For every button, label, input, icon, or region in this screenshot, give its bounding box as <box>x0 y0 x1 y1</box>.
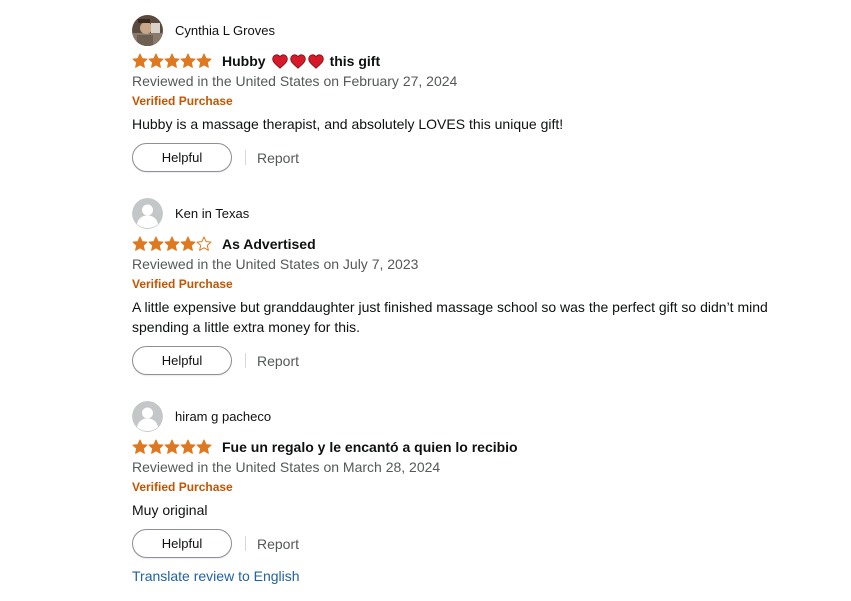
heart-icon <box>289 53 306 69</box>
default-avatar-icon[interactable] <box>132 400 163 432</box>
review-actions: Helpful Report <box>132 143 832 172</box>
translate-review-link[interactable]: Translate review to English <box>132 568 300 584</box>
reviewer-profile[interactable]: Ken in Texas <box>132 197 832 229</box>
review-title[interactable]: Fue un regalo y le encantó a quien lo re… <box>222 439 518 455</box>
profile-name[interactable]: Ken in Texas <box>175 206 249 221</box>
profile-name[interactable]: hiram g pacheco <box>175 409 271 424</box>
star-filled-icon <box>132 236 148 251</box>
star-rating[interactable] <box>132 236 212 252</box>
helpful-button[interactable]: Helpful <box>132 143 232 172</box>
star-filled-icon <box>148 236 164 251</box>
review-body: A little expensive but granddaughter jus… <box>132 299 768 335</box>
verified-purchase-badge[interactable]: Verified Purchase <box>132 277 832 291</box>
title-hearts <box>271 53 324 69</box>
star-filled-icon <box>148 439 164 454</box>
star-filled-icon <box>132 53 148 68</box>
helpful-button[interactable]: Helpful <box>132 346 232 375</box>
heart-icon <box>271 53 288 69</box>
helpful-button[interactable]: Helpful <box>132 529 232 558</box>
star-empty-icon <box>196 236 212 251</box>
profile-name[interactable]: Cynthia L Groves <box>175 23 275 38</box>
review-date: Reviewed in the United States on March 2… <box>132 459 441 475</box>
review-date: Reviewed in the United States on July 7,… <box>132 256 419 272</box>
profile-avatar[interactable] <box>132 14 163 46</box>
star-filled-icon <box>196 53 212 68</box>
star-filled-icon <box>164 53 180 68</box>
default-avatar-icon[interactable] <box>132 197 163 229</box>
review-body: Hubby is a massage therapist, and absolu… <box>132 116 564 132</box>
review-date: Reviewed in the United States on Februar… <box>132 73 458 89</box>
star-filled-icon <box>132 439 148 454</box>
review-title[interactable]: As Advertised <box>222 236 316 252</box>
star-rating[interactable] <box>132 439 212 455</box>
report-link[interactable]: Report <box>257 150 299 166</box>
divider <box>245 536 246 551</box>
star-filled-icon <box>180 439 196 454</box>
review-title-text[interactable]: this gift <box>330 53 381 69</box>
star-filled-icon <box>196 439 212 454</box>
review-2: Ken in Texas As Advertised Reviewed in t… <box>132 197 832 375</box>
review-actions: Helpful Report <box>132 529 832 558</box>
review-title-text[interactable]: Hubby <box>222 53 266 69</box>
reviewer-profile[interactable]: Cynthia L Groves <box>132 14 832 46</box>
review-body: Muy original <box>132 502 208 518</box>
reviewer-profile[interactable]: hiram g pacheco <box>132 400 832 432</box>
report-link[interactable]: Report <box>257 353 299 369</box>
review-title[interactable]: Hubby this gift <box>222 53 380 69</box>
star-filled-icon <box>164 236 180 251</box>
report-link[interactable]: Report <box>257 536 299 552</box>
verified-purchase-badge[interactable]: Verified Purchase <box>132 480 832 494</box>
review-actions: Helpful Report <box>132 346 832 375</box>
verified-purchase-badge[interactable]: Verified Purchase <box>132 94 832 108</box>
divider <box>245 150 246 165</box>
star-rating[interactable] <box>132 53 212 69</box>
star-filled-icon <box>164 439 180 454</box>
review-1: Cynthia L Groves Hubby this gift Reviewe… <box>132 14 832 172</box>
star-filled-icon <box>180 236 196 251</box>
review-3: hiram g pacheco Fue un regalo y le encan… <box>132 400 832 558</box>
divider <box>245 353 246 368</box>
star-filled-icon <box>148 53 164 68</box>
star-filled-icon <box>180 53 196 68</box>
heart-icon <box>307 53 324 69</box>
